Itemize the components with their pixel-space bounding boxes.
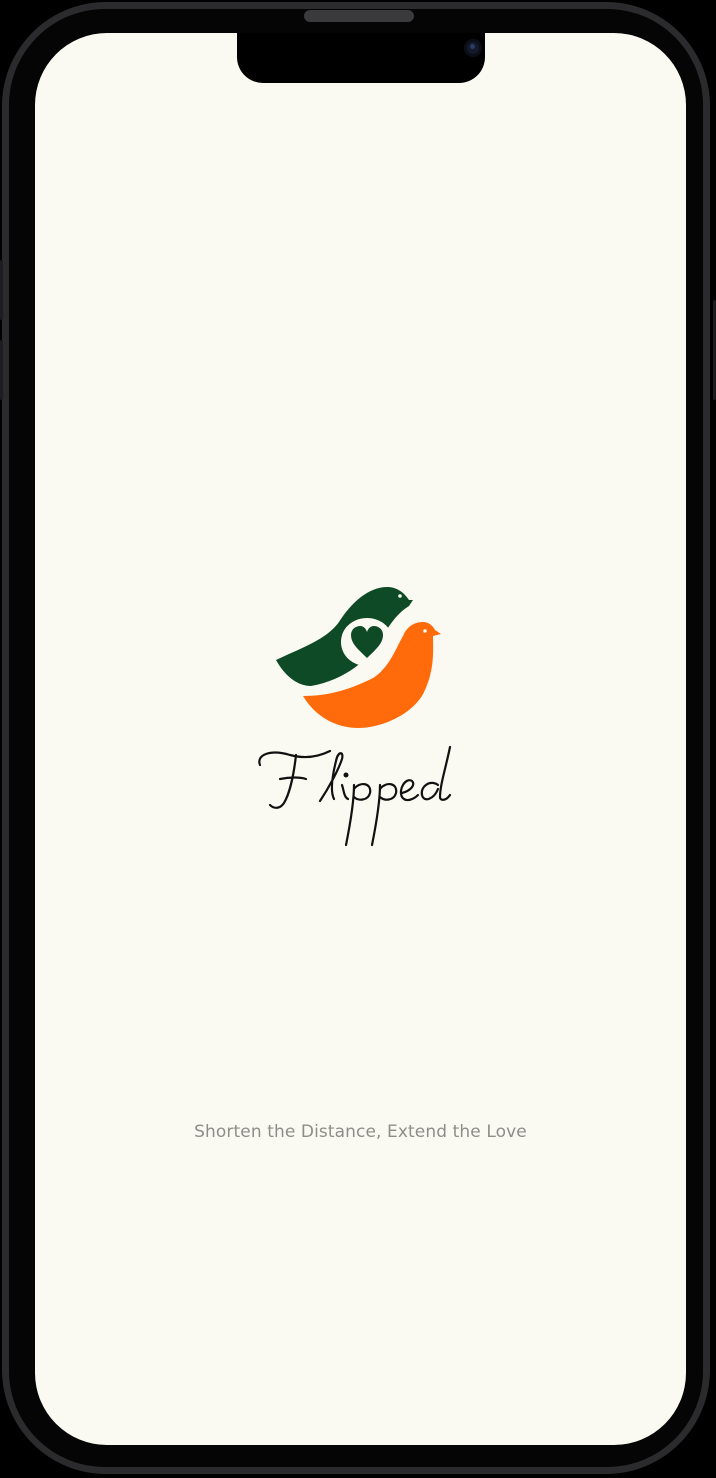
notch [237,33,485,83]
splash-screen: Shorten the Distance, Extend the Love [35,33,686,1445]
camera-lens [470,44,475,49]
speaker-grille [304,10,414,22]
green-bird-eye [398,594,402,598]
two-birds-heart-logo-icon [276,586,441,728]
volume-down-button [0,340,3,400]
volume-up-button [0,260,3,320]
front-camera [464,39,482,57]
tagline-text: Shorten the Distance, Extend the Love [194,1122,527,1142]
orange-bird-eye [423,629,427,633]
flipped-wordmark-logo [258,745,452,847]
phone-device: Shorten the Distance, Extend the Love [0,0,716,1478]
